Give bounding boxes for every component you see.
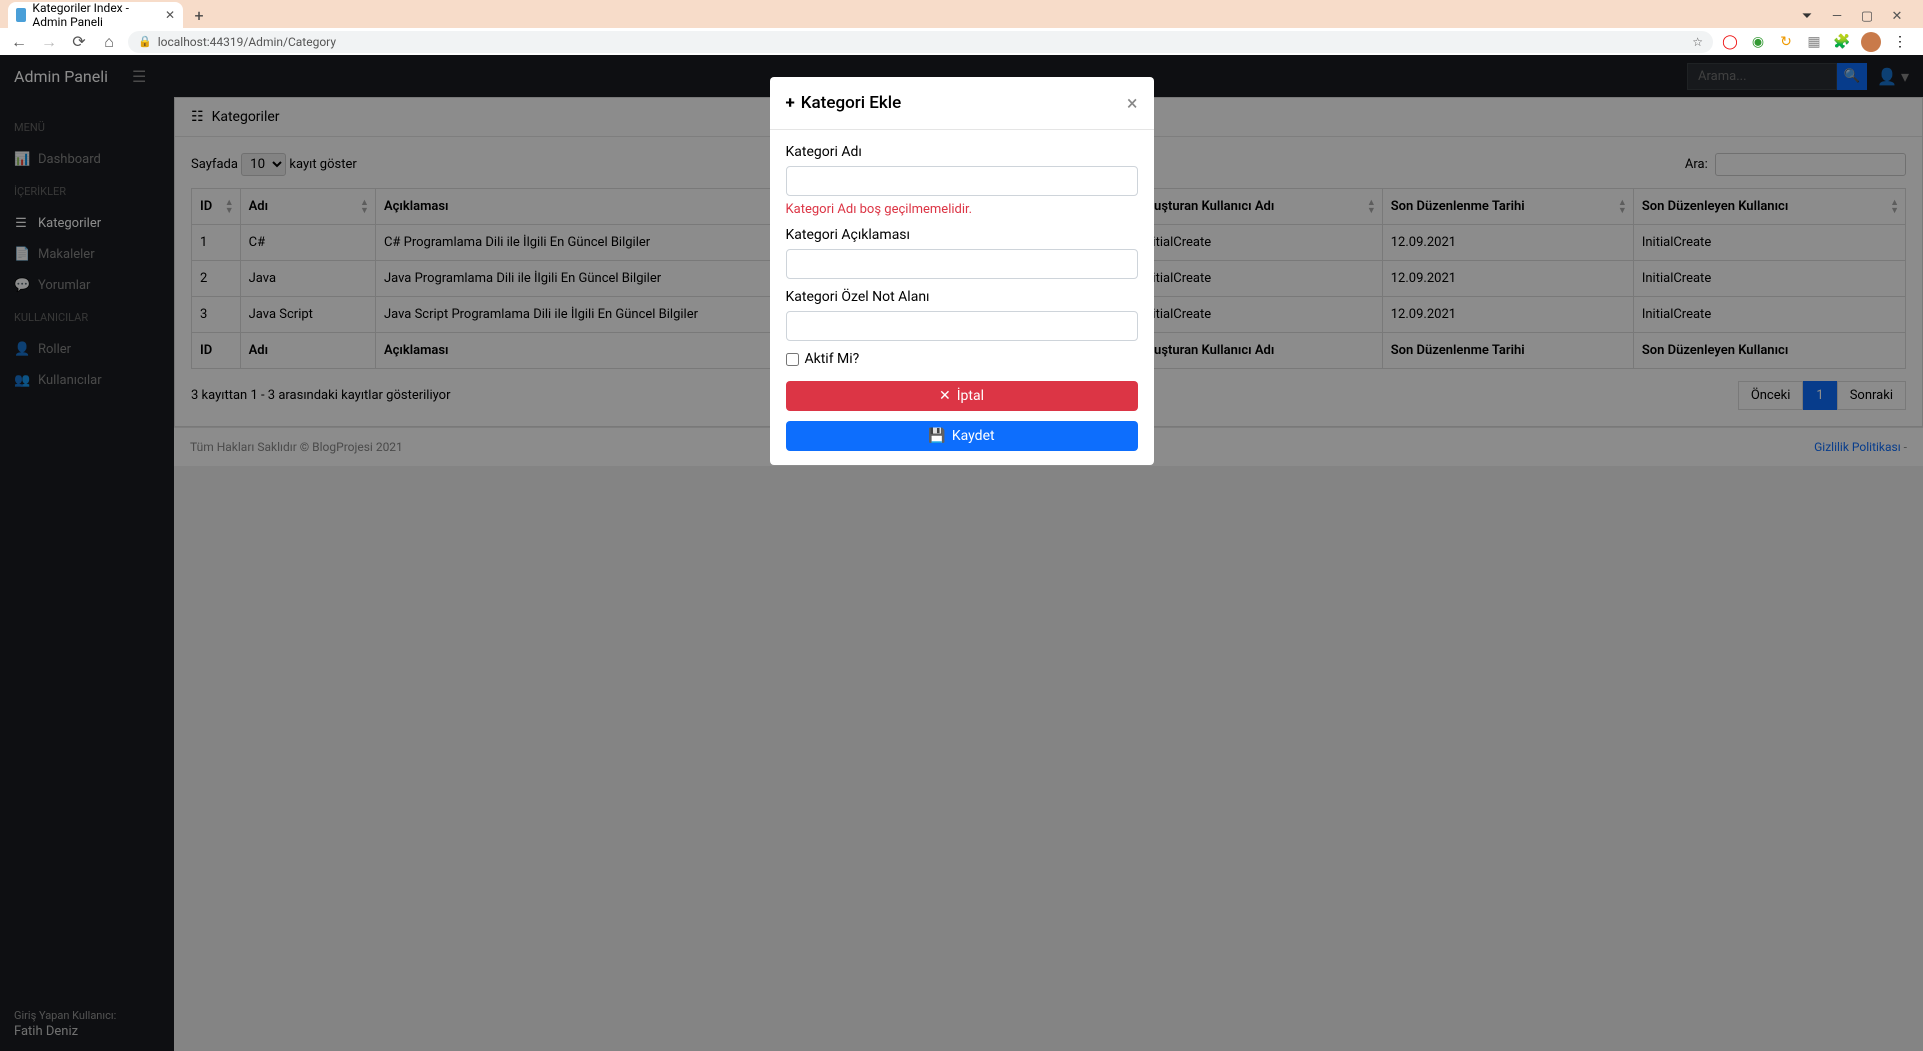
back-button[interactable]: ← [8,31,30,53]
tab-title: Kategoriler Index - Admin Paneli [32,1,159,29]
url-input[interactable]: 🔒 localhost:44319/Admin/Category ☆ [128,31,1713,53]
save-button[interactable]: 💾 Kaydet [786,421,1138,451]
active-label: Aktif Mi? [805,351,860,367]
save-label: Kaydet [952,428,995,444]
reload-button[interactable]: ⟳ [68,31,90,53]
url-text: localhost:44319/Admin/Category [158,35,336,49]
category-desc-input[interactable] [786,249,1138,279]
add-category-modal: + Kategori Ekle × Kategori Adı Kategori … [770,77,1154,465]
modal-overlay[interactable]: + Kategori Ekle × Kategori Adı Kategori … [0,55,1923,1051]
window-controls: ⏷ — ▢ ✕ [1781,0,1923,32]
category-name-error: Kategori Adı boş geçilmemelidir. [786,202,1138,217]
modal-close-button[interactable]: × [1127,91,1138,115]
ext-icon[interactable]: ◉ [1749,33,1767,51]
save-icon: 💾 [928,428,945,444]
modal-title-text: Kategori Ekle [801,93,901,113]
category-note-input[interactable] [786,311,1138,341]
tab-close-icon[interactable]: ✕ [165,8,175,22]
cancel-button[interactable]: ✕ İptal [786,381,1138,411]
modal-header: + Kategori Ekle × [770,77,1154,130]
browser-tab[interactable]: Kategoriler Index - Admin Paneli ✕ [8,2,183,28]
category-note-label: Kategori Özel Not Alanı [786,289,1138,305]
menu-icon[interactable]: ⋮ [1891,33,1909,51]
tab-bar: Kategoriler Index - Admin Paneli ✕ + ⏷ —… [0,0,1923,28]
new-tab-button[interactable]: + [189,5,209,25]
address-bar: ← → ⟳ ⌂ 🔒 localhost:44319/Admin/Category… [0,28,1923,55]
close-window-button[interactable]: ✕ [1889,8,1905,24]
active-checkbox-row[interactable]: Aktif Mi? [786,351,1138,367]
profile-avatar[interactable] [1861,32,1881,52]
ext-icon[interactable]: ▦ [1805,33,1823,51]
category-name-input[interactable] [786,166,1138,196]
close-icon: ✕ [939,388,951,404]
maximize-button[interactable]: ▢ [1859,8,1875,24]
extension-icons: ◯ ◉ ↻ ▦ 🧩 ⋮ [1721,32,1915,52]
minimize-button[interactable]: — [1829,8,1845,24]
lock-icon: 🔒 [138,35,152,48]
forward-button[interactable]: → [38,31,60,53]
extensions-icon[interactable]: 🧩 [1833,33,1851,51]
star-icon[interactable]: ☆ [1692,35,1703,49]
category-desc-label: Kategori Açıklaması [786,227,1138,243]
ext-icon[interactable]: ↻ [1777,33,1795,51]
active-checkbox[interactable] [786,353,799,366]
favicon [16,8,26,22]
home-button[interactable]: ⌂ [98,31,120,53]
opera-icon[interactable]: ⏷ [1799,8,1815,24]
modal-body: Kategori Adı Kategori Adı boş geçilmemel… [770,130,1154,465]
ext-icon[interactable]: ◯ [1721,33,1739,51]
category-name-label: Kategori Adı [786,144,1138,160]
cancel-label: İptal [957,388,984,404]
browser-chrome: Kategoriler Index - Admin Paneli ✕ + ⏷ —… [0,0,1923,55]
plus-icon: + [786,93,795,113]
